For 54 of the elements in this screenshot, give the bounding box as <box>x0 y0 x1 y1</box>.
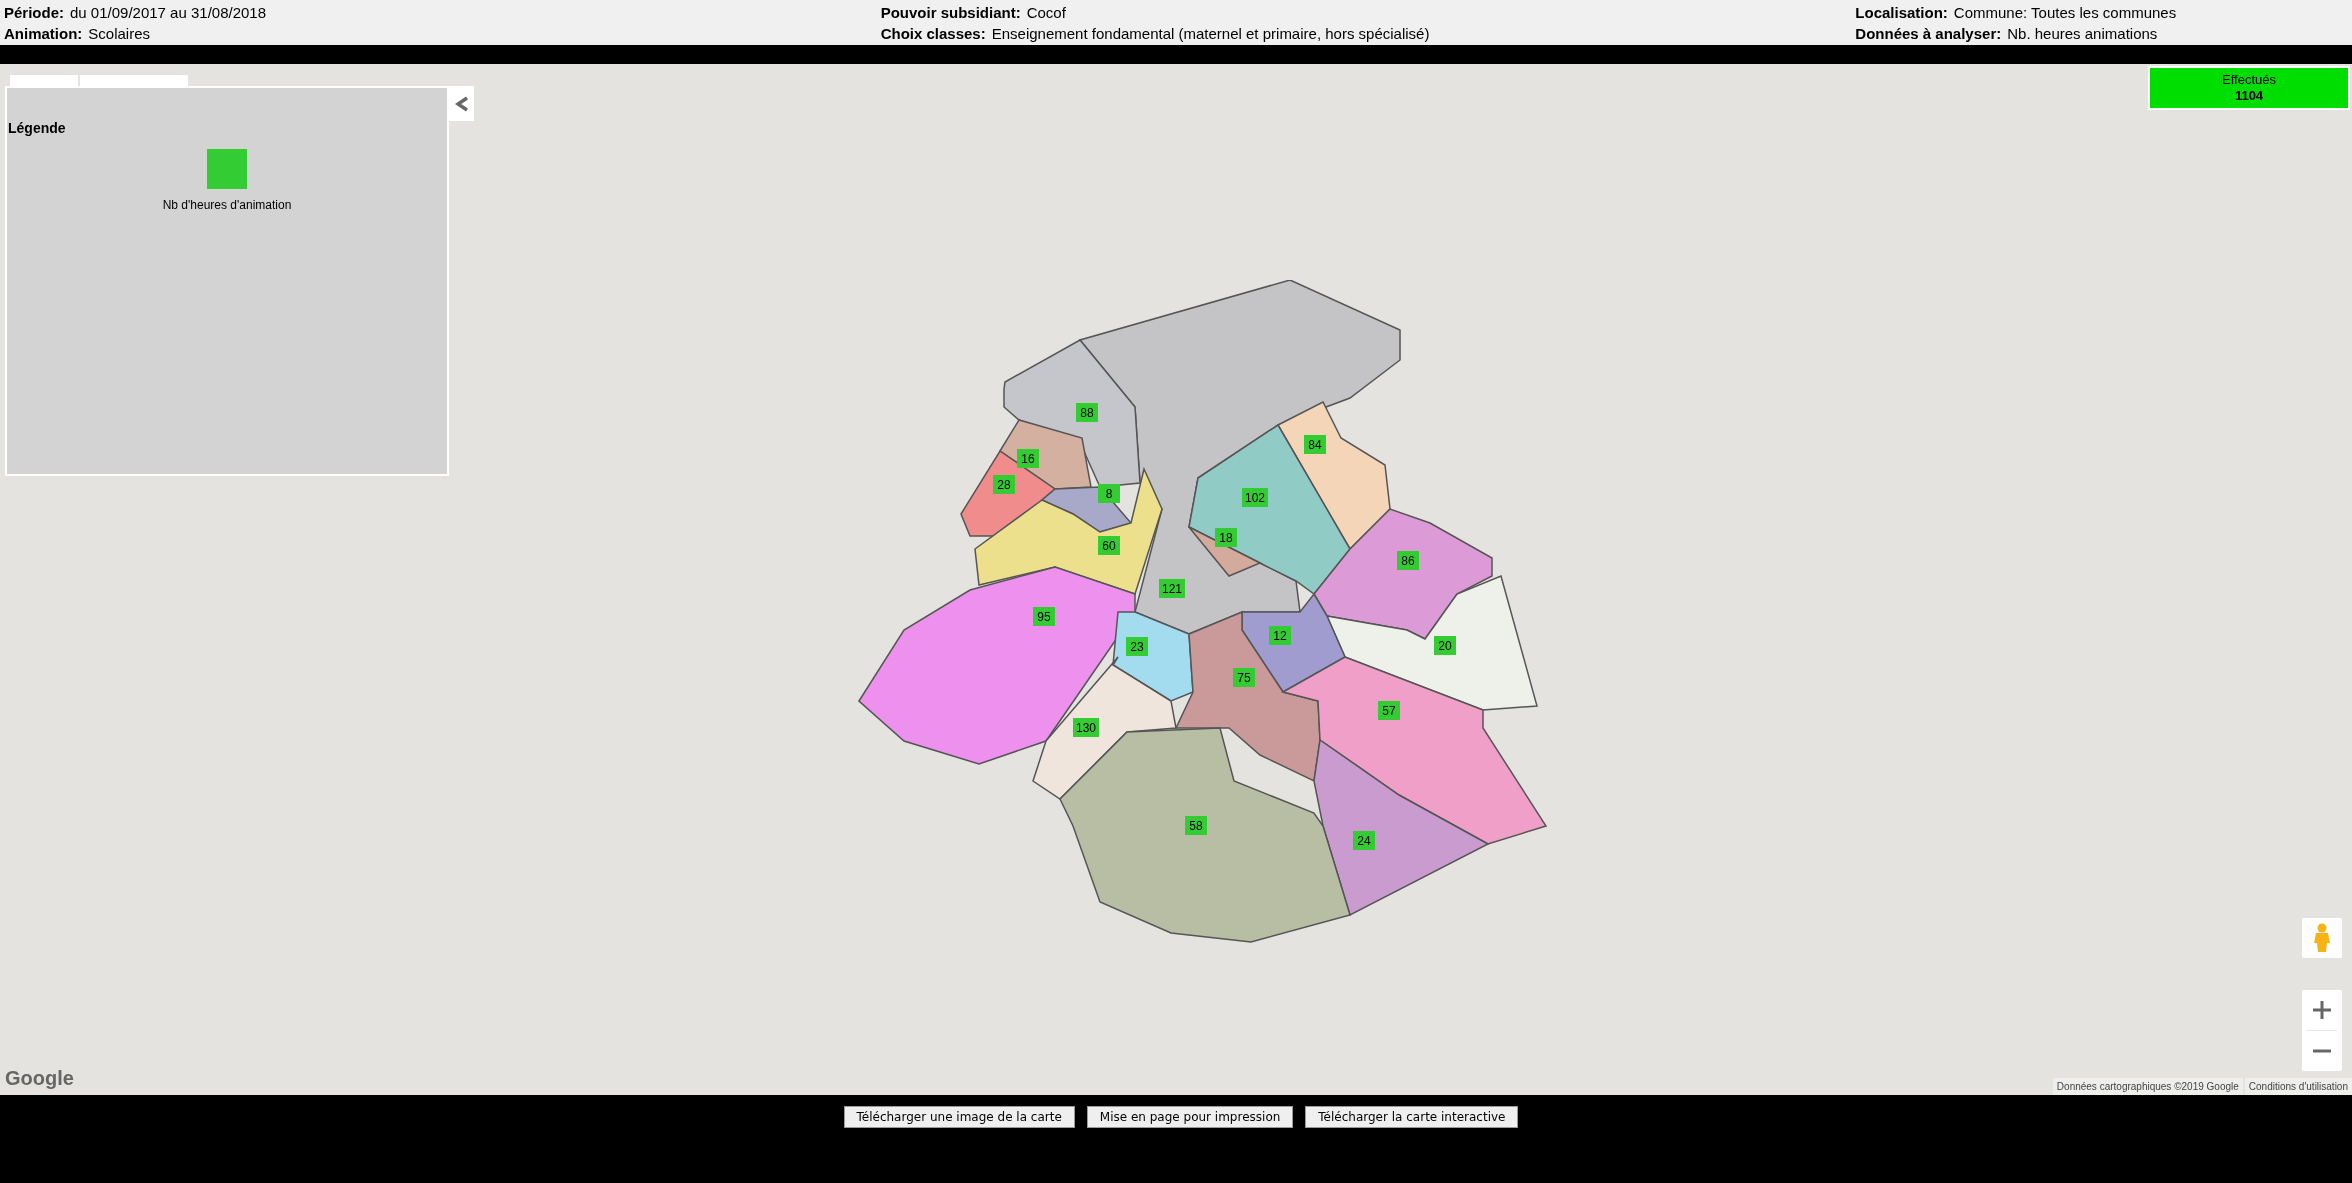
value-label: 121 <box>1159 579 1186 598</box>
commune-area[interactable] <box>1281 656 1548 845</box>
commune-area[interactable] <box>1032 656 1177 800</box>
value-label: 12 <box>1269 626 1291 645</box>
filter-value: Enseignement fondamental (maternel et primaire, hors spécialisé) <box>991 24 1430 44</box>
total-value: 1104 <box>2234 88 2264 104</box>
value-label: 57 <box>1378 701 1400 720</box>
value-label: 28 <box>993 475 1015 494</box>
filter-label: Données à analyser: <box>1855 24 2002 44</box>
collapse-button[interactable] <box>449 86 474 121</box>
filter-label: Animation: <box>4 24 83 44</box>
commune-area[interactable] <box>1188 423 1351 596</box>
legend-label: Nb d'heures d'animation <box>162 197 292 214</box>
person-icon <box>2313 923 2331 953</box>
value-label: 20 <box>1434 636 1456 655</box>
total-label: Effectués <box>2222 72 2276 88</box>
value-label: 84 <box>1304 435 1326 454</box>
terms-link[interactable]: Conditions d'utilisation <box>2244 1078 2352 1095</box>
map-attribution: Données cartographiques ©2019 Google <box>2052 1078 2243 1095</box>
action-button[interactable]: Télécharger la carte interactive <box>1305 1106 1519 1128</box>
value-label: 86 <box>1397 551 1419 570</box>
filter-value: Nb. heures animations <box>2007 24 2158 44</box>
commune-area[interactable] <box>1174 610 1321 783</box>
filter-value: Scolaires <box>88 24 151 44</box>
value-label: 58 <box>1185 816 1207 835</box>
commune-area[interactable] <box>1313 738 1490 917</box>
legend-title: Légende <box>8 119 67 138</box>
filter-label: Période: <box>4 3 64 23</box>
filter-value: du 01/09/2017 au 31/08/2018 <box>70 3 267 23</box>
minus-icon <box>2313 1049 2331 1053</box>
commune-area[interactable] <box>1188 526 1262 577</box>
action-button[interactable]: Mise en page pour impression <box>1086 1106 1294 1128</box>
value-label: 88 <box>1076 403 1098 422</box>
value-label: 16 <box>1017 449 1039 468</box>
value-label: 23 <box>1126 637 1148 656</box>
chevron-left-icon <box>454 95 469 112</box>
value-label: 8 <box>1098 484 1120 503</box>
value-label: 95 <box>1033 607 1055 626</box>
plus-icon <box>2313 1001 2331 1019</box>
value-label: 18 <box>1215 528 1237 547</box>
filter-label: Localisation: <box>1855 3 1948 23</box>
value-label: 75 <box>1233 668 1255 687</box>
google-logo: Google <box>5 1066 74 1091</box>
value-label: 60 <box>1098 536 1120 555</box>
filter-value: Commune: Toutes les communes <box>1953 3 2177 23</box>
commune-area[interactable] <box>974 466 1163 595</box>
filter-label: Pouvoir subsidiant: <box>880 3 1021 23</box>
commune-area[interactable] <box>1313 508 1493 640</box>
value-label: 130 <box>1073 718 1100 737</box>
filter-value: Cocof <box>1026 3 1066 23</box>
filter-label: Choix classes: <box>880 24 986 44</box>
action-button[interactable]: Télécharger une image de la carte <box>843 1106 1075 1128</box>
value-label: 24 <box>1353 831 1375 850</box>
value-label: 102 <box>1242 488 1269 507</box>
